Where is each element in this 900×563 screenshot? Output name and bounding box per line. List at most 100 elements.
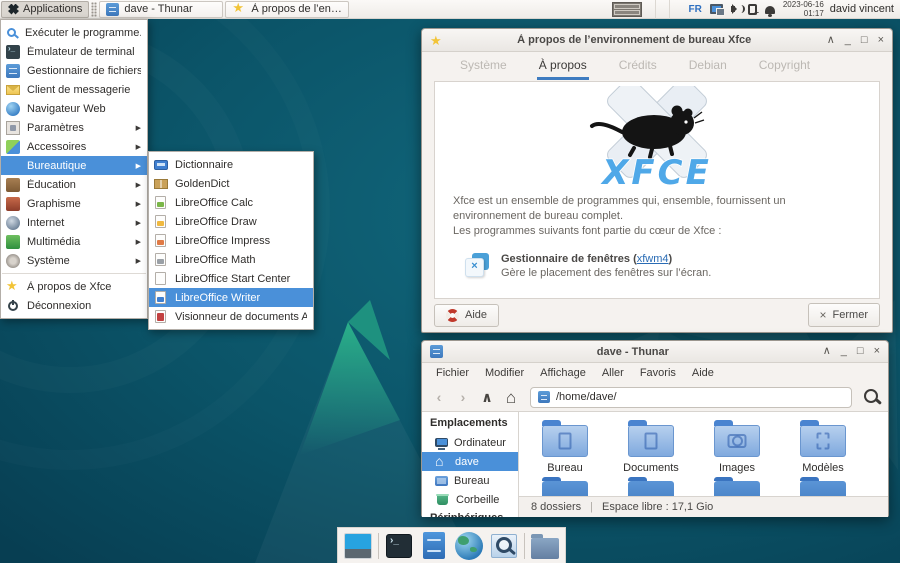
submenu-item-libreoffice-draw[interactable]: LibreOffice Draw — [149, 212, 313, 231]
thunar-menu-aide[interactable]: Aide — [684, 365, 722, 381]
volume-icon[interactable] — [730, 4, 745, 14]
dock-item-app-finder[interactable] — [489, 531, 519, 561]
thunar-menu-fichier[interactable]: Fichier — [428, 365, 477, 381]
minimize-button[interactable]: _ — [841, 346, 847, 357]
submenu-item-icon — [155, 196, 166, 209]
menu-item-graphisme[interactable]: Graphisme — [1, 194, 147, 213]
user-menu[interactable]: david vincent — [830, 3, 894, 15]
sidebar-item-dave[interactable]: dave — [422, 452, 518, 471]
tab-systeme[interactable]: Système — [458, 53, 509, 80]
maximize-button[interactable]: □ — [861, 34, 868, 46]
menu-item-a-propos-xfce[interactable]: À propos de Xfce — [1, 277, 147, 296]
tab-credits[interactable]: Crédits — [617, 53, 659, 80]
menu-item-label: Accessoires — [27, 140, 87, 153]
panel-handle[interactable] — [91, 1, 98, 17]
submenu-item-goldendict[interactable]: GoldenDict — [149, 174, 313, 193]
menu-item-executer[interactable]: Exécuter le programme... — [1, 23, 147, 42]
submenu-item-libreoffice-start-center[interactable]: LibreOffice Start Center — [149, 269, 313, 288]
thunar-menu-aller[interactable]: Aller — [594, 365, 632, 381]
close-button[interactable]: × — [878, 34, 884, 46]
help-button[interactable]: Aide — [434, 303, 500, 327]
submenu-item-dictionnaire[interactable]: Dictionnaire — [149, 155, 313, 174]
folder-bureau[interactable]: Bureau — [537, 420, 593, 474]
thunar-file-area[interactable]: Bureau Documents Images Modèles 8 dossie… — [519, 412, 888, 517]
menu-item-accessoires[interactable]: Accessoires — [1, 137, 147, 156]
status-separator: | — [590, 501, 593, 513]
about-paragraph-1: Xfce est un ensemble de programmes qui, … — [453, 195, 786, 222]
dock-item-terminal[interactable] — [384, 531, 414, 561]
menu-item-internet[interactable]: Internet — [1, 213, 147, 232]
keyboard-layout-indicator[interactable]: FR — [689, 4, 702, 15]
dock-item-icon — [423, 532, 445, 559]
top-panel: Applications dave - Thunar À propos de l… — [0, 0, 900, 19]
menu-item-icon — [6, 279, 20, 294]
submenu-item-libreoffice-impress[interactable]: LibreOffice Impress — [149, 231, 313, 250]
folder-modeles[interactable]: Modèles — [795, 420, 851, 474]
menu-item-bureautique[interactable]: Bureautique — [1, 156, 147, 175]
shade-button[interactable]: ∧ — [823, 346, 831, 357]
menu-item-navigateur[interactable]: Navigateur Web — [1, 99, 147, 118]
menu-item-systeme[interactable]: Système — [1, 251, 147, 270]
workspace-pager[interactable] — [611, 1, 642, 17]
dock-item-web-browser[interactable] — [454, 531, 484, 561]
workspace-2[interactable] — [613, 9, 640, 15]
maximize-button[interactable]: □ — [857, 346, 864, 357]
dock-item-file-manager[interactable] — [419, 531, 449, 561]
close-window-button[interactable]: × Fermer — [807, 303, 880, 327]
task-button-label: dave - Thunar — [124, 3, 193, 15]
shade-button[interactable]: ∧ — [827, 34, 835, 46]
sidebar-item-bureau[interactable]: Bureau — [422, 471, 518, 490]
folder-documents[interactable]: Documents — [623, 420, 679, 474]
clock[interactable]: 2023-06-16 01:17 — [783, 0, 824, 18]
thunar-menu-affichage[interactable]: Affichage — [532, 365, 594, 381]
submenu-item-label: Visionneur de documents Atril — [175, 310, 307, 323]
folder-images[interactable]: Images — [709, 420, 765, 474]
submenu-item-libreoffice-math[interactable]: LibreOffice Math — [149, 250, 313, 269]
home-button[interactable]: ⌂ — [500, 389, 522, 406]
submenu-item-libreoffice-writer[interactable]: LibreOffice Writer — [149, 288, 313, 307]
submenu-item-atril[interactable]: Visionneur de documents Atril — [149, 307, 313, 326]
submenu-item-libreoffice-calc[interactable]: LibreOffice Calc — [149, 193, 313, 212]
menu-item-icon — [6, 44, 20, 59]
thunar-menu-modifier[interactable]: Modifier — [477, 365, 532, 381]
up-button[interactable]: ∧ — [476, 389, 498, 406]
xfwm4-icon — [465, 252, 489, 277]
menu-item-terminal[interactable]: Émulateur de terminal — [1, 42, 147, 61]
dock-item-desktop[interactable] — [343, 531, 373, 561]
dock — [337, 527, 566, 563]
thunar-menu-favoris[interactable]: Favoris — [632, 365, 684, 381]
sidebar-item-corbeille[interactable]: Corbeille — [422, 490, 518, 509]
menu-item-deconnexion[interactable]: Déconnexion — [1, 296, 147, 315]
close-button[interactable]: × — [874, 346, 880, 357]
dock-item-folder[interactable] — [530, 531, 560, 561]
forward-button[interactable]: › — [452, 389, 474, 405]
notifications-icon[interactable] — [764, 5, 775, 17]
menu-item-icon — [7, 28, 16, 37]
search-icon[interactable] — [862, 387, 882, 407]
sidebar-item-ordinateur[interactable]: Ordinateur — [422, 433, 518, 452]
menu-item-parametres[interactable]: Paramètres — [1, 118, 147, 137]
tab-a-propos[interactable]: À propos — [536, 53, 589, 80]
tab-debian[interactable]: Debian — [687, 53, 729, 80]
applications-menu-button[interactable]: Applications — [1, 0, 90, 18]
taskbar-button-thunar[interactable]: dave - Thunar — [99, 0, 224, 18]
menu-item-gestionnaire-fichiers[interactable]: Gestionnaire de fichiers — [1, 61, 147, 80]
power-manager-icon[interactable] — [747, 3, 759, 17]
minimize-button[interactable]: _ — [845, 34, 851, 46]
display-icon[interactable] — [709, 4, 725, 16]
about-titlebar[interactable]: ★ À propos de l’environnement de bureau … — [422, 29, 892, 52]
taskbar-button-about[interactable]: À propos de l’environnem... — [225, 0, 350, 18]
folder-label: Images — [718, 462, 756, 474]
workspace-1[interactable] — [613, 3, 640, 9]
back-button[interactable]: ‹ — [428, 389, 450, 405]
menu-item-multimedia[interactable]: Multimédia — [1, 232, 147, 251]
menu-item-messagerie[interactable]: Client de messagerie — [1, 80, 147, 99]
menu-item-education[interactable]: Éducation — [1, 175, 147, 194]
menu-item-label: Graphisme — [27, 197, 81, 210]
xfwm4-link[interactable]: xfwm4 — [637, 253, 669, 265]
folder-label: Bureau — [547, 462, 583, 474]
path-bar[interactable]: /home/dave/ — [530, 386, 852, 408]
tab-copyright[interactable]: Copyright — [757, 53, 812, 80]
thunar-titlebar[interactable]: dave - Thunar ∧ _ □ × — [422, 341, 888, 363]
sidebar-item-icon — [435, 437, 448, 450]
